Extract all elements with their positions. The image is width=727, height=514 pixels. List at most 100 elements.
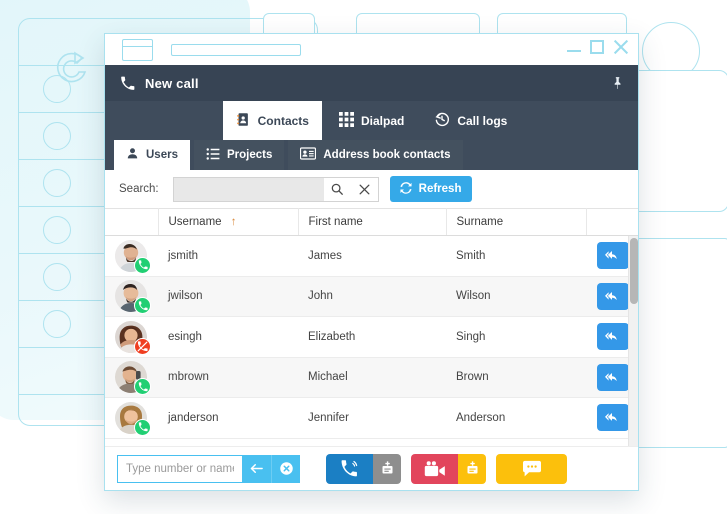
tab-label-users: Users <box>146 149 178 161</box>
status-badge-available <box>134 256 151 274</box>
chat-button[interactable] <box>496 453 567 484</box>
cell-surname: Anderson <box>446 397 586 439</box>
wireframe-avatar-circle <box>43 263 71 291</box>
phone-call-icon <box>341 460 358 477</box>
cell-firstname: Elizabeth <box>298 316 446 358</box>
search-row: Search: Refresh <box>105 170 638 208</box>
toolbar-button-dialpad[interactable]: Dialpad <box>326 101 417 140</box>
cell-avatar <box>105 357 158 398</box>
toolbar-label-contacts: Contacts <box>257 113 309 128</box>
add-participant-icon <box>467 461 477 474</box>
close-icon[interactable] <box>613 39 629 55</box>
column-header-username[interactable]: Username ↑ <box>158 208 299 236</box>
clear-search-icon[interactable] <box>350 177 378 201</box>
toolbar-button-contacts[interactable]: Contacts <box>222 101 322 140</box>
cell-username: esingh <box>158 316 298 358</box>
clear-dial-button[interactable] <box>271 454 300 483</box>
clear-circle-icon <box>279 462 293 475</box>
dial-input-group <box>117 454 300 483</box>
wireframe-avatar-circle <box>43 122 71 150</box>
status-badge-unavailable <box>134 337 151 355</box>
cell-surname: Smith <box>446 235 586 277</box>
callback-icon <box>605 372 617 381</box>
refresh-button[interactable]: Refresh <box>389 176 473 202</box>
tab-address-book-contacts[interactable]: Address book contacts <box>288 140 463 170</box>
column-header-avatar <box>105 208 159 236</box>
status-badge-available <box>134 378 151 396</box>
wireframe-avatar-circle <box>43 169 71 197</box>
video-call-add-button[interactable] <box>458 453 486 484</box>
wireframe-avatar-circle <box>43 310 71 338</box>
callback-button[interactable] <box>597 363 629 391</box>
grid-dialpad-icon <box>338 111 354 130</box>
contacts-table: Username ↑ First name Surname jsmith Jam… <box>105 208 638 439</box>
audio-call-button[interactable] <box>326 453 373 484</box>
column-header-action <box>586 208 638 236</box>
window-chrome-bar <box>105 34 638 65</box>
callback-button[interactable] <box>597 282 629 310</box>
tab-users[interactable]: Users <box>114 140 190 170</box>
table-row[interactable]: jwilson John Wilson <box>105 276 638 317</box>
column-header-firstname[interactable]: First name <box>298 208 447 236</box>
audio-call-group <box>326 453 401 484</box>
table-header-row: Username ↑ First name Surname <box>105 208 638 236</box>
primary-toolbar: Contacts Dialpad Call logs <box>105 101 638 140</box>
dial-action-bar <box>105 446 638 490</box>
callback-icon <box>605 413 617 422</box>
callback-button[interactable] <box>597 404 629 432</box>
dial-input[interactable] <box>117 454 242 483</box>
tab-label-projects: Projects <box>226 149 273 161</box>
toolbar-button-call-logs[interactable]: Call logs <box>421 101 520 140</box>
window-controls <box>567 39 629 55</box>
table-row[interactable]: jsmith James Smith <box>105 235 638 277</box>
tab-label-address-book: Address book contacts <box>323 149 451 161</box>
call-actions <box>326 453 567 484</box>
chat-group <box>496 453 567 484</box>
contact-card-icon <box>300 147 317 163</box>
pin-icon[interactable] <box>610 76 624 90</box>
magnifier-icon[interactable] <box>323 177 351 201</box>
cell-username: jsmith <box>158 235 298 277</box>
app-window: New call Contacts Dialpad Call logs User… <box>104 33 639 491</box>
vertical-scrollbar[interactable] <box>628 236 638 446</box>
maximize-icon[interactable] <box>590 40 604 54</box>
search-input[interactable] <box>173 177 324 201</box>
cell-username: mbrown <box>158 357 298 398</box>
table-row[interactable]: esingh Elizabeth Singh <box>105 316 638 358</box>
backspace-arrow-icon <box>250 464 263 473</box>
screenshot-root: New call Contacts Dialpad Call logs User… <box>0 0 727 514</box>
cell-username: jwilson <box>158 276 298 317</box>
history-clock-icon <box>434 111 450 130</box>
add-participant-icon <box>382 461 392 474</box>
contacts-table-container: Username ↑ First name Surname jsmith Jam… <box>105 208 638 446</box>
callback-button[interactable] <box>597 323 629 351</box>
scrollbar-thumb[interactable] <box>630 238 638 304</box>
callback-button[interactable] <box>597 242 629 270</box>
cell-surname: Brown <box>446 357 586 398</box>
table-row[interactable]: mbrown Michael Brown <box>105 357 638 398</box>
status-badge-available <box>134 418 151 436</box>
window-glyph-icon <box>122 38 153 61</box>
table-row[interactable]: janderson Jennifer Anderson <box>105 397 638 439</box>
backspace-button[interactable] <box>242 454 271 483</box>
refresh-icon <box>399 181 413 198</box>
chat-bubble-icon <box>522 460 541 476</box>
column-header-surname[interactable]: Surname <box>446 208 587 236</box>
minimize-icon[interactable] <box>567 42 581 52</box>
cell-avatar <box>105 316 158 358</box>
user-icon <box>126 147 139 163</box>
cell-avatar <box>105 235 158 277</box>
callback-icon <box>605 291 617 300</box>
video-call-group <box>411 453 486 484</box>
toolbar-label-call-logs: Call logs <box>457 113 508 128</box>
cell-username: janderson <box>158 397 298 439</box>
cell-firstname: Michael <box>298 357 446 398</box>
address-bar-placeholder <box>171 43 301 56</box>
wireframe-avatar-circle <box>43 75 71 103</box>
cell-firstname: John <box>298 276 446 317</box>
secondary-tabs: Users Projects Address book contacts <box>105 140 638 170</box>
video-call-button[interactable] <box>411 453 458 484</box>
tab-projects[interactable]: Projects <box>193 140 285 170</box>
audio-call-add-button[interactable] <box>373 453 401 484</box>
search-label: Search: <box>119 183 159 195</box>
